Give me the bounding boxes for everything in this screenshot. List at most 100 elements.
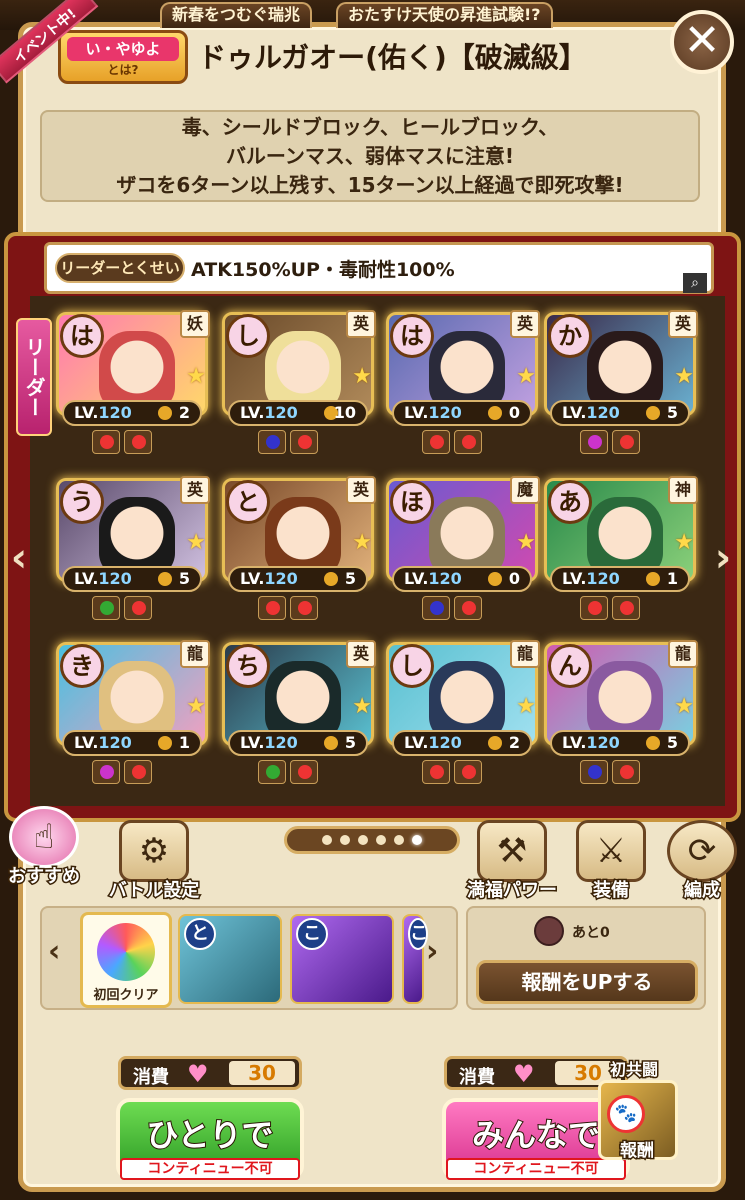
page-dot[interactable] bbox=[394, 835, 404, 845]
page-dot[interactable] bbox=[412, 835, 422, 845]
balloon-icon bbox=[124, 760, 152, 784]
character-face bbox=[587, 661, 663, 741]
battle-settings-button[interactable]: ⚙ バトル設定 bbox=[104, 820, 204, 903]
gimmick-icons bbox=[580, 430, 640, 454]
star-icon: ★ bbox=[352, 364, 372, 389]
team-member-card[interactable]: か 英 ★ LV.120 5 bbox=[540, 306, 700, 454]
team-member-card[interactable]: と 英 ★ LV.120 5 bbox=[218, 472, 378, 620]
cost-label: 消費 bbox=[133, 1067, 169, 1088]
refresh-icon: ⟳ bbox=[667, 820, 737, 882]
team-member-card[interactable]: ち 英 ★ LV.120 5 bbox=[218, 636, 378, 784]
star-icon: ★ bbox=[186, 694, 206, 719]
tribe-badge: 妖 bbox=[180, 310, 210, 338]
level-number: 120 bbox=[264, 733, 298, 752]
page-dot[interactable] bbox=[376, 835, 386, 845]
level-number: 120 bbox=[98, 569, 132, 588]
team-member-card[interactable]: は 妖 ★ LV.120 2 bbox=[52, 306, 212, 454]
team-member-card[interactable]: ん 龍 ★ LV.120 5 bbox=[540, 636, 700, 784]
name-initial: き bbox=[60, 644, 104, 688]
level-bar: LV.120 5 bbox=[228, 730, 368, 756]
plus-value: 5 bbox=[666, 733, 678, 752]
team-member-card[interactable]: は 英 ★ LV.120 0 bbox=[382, 306, 542, 454]
reward-up-button[interactable]: 報酬をUPする bbox=[476, 960, 698, 1004]
plus-value: 0 bbox=[508, 569, 520, 588]
tribe-badge: 英 bbox=[346, 476, 376, 504]
no-continue-note: コンティニュー不可 bbox=[120, 1158, 300, 1180]
formation-button[interactable]: ⟳ 編成 bbox=[664, 820, 740, 903]
fortune-power-button[interactable]: ⚒ 満福パワー bbox=[462, 820, 562, 903]
medal-icon bbox=[158, 736, 172, 750]
tab-event-1[interactable]: 新春をつむぐ瑞兆 bbox=[160, 2, 313, 28]
search-icon[interactable]: ⌕ bbox=[683, 273, 707, 293]
prev-team-arrow[interactable]: ‹ bbox=[8, 538, 30, 578]
page-dot[interactable] bbox=[358, 835, 368, 845]
gimmick-warning: 毒、シールドブロック、ヒールブロック、 バルーンマス、弱体マスに注意! ザコを6… bbox=[40, 110, 700, 202]
solo-play-button[interactable]: ひとりで コンティニュー不可 bbox=[116, 1098, 304, 1180]
drop-item[interactable]: こ bbox=[290, 914, 394, 1004]
balloon-icon bbox=[454, 760, 482, 784]
level-prefix: LV. bbox=[74, 403, 99, 422]
drop-item[interactable]: と bbox=[178, 914, 282, 1004]
reward-up-panel: あと0 報酬をUPする bbox=[466, 906, 706, 1010]
balloon-icon bbox=[290, 596, 318, 620]
equipment-icon: ⚔ bbox=[576, 820, 646, 882]
leader-label: リーダー bbox=[16, 318, 52, 436]
level-number: 120 bbox=[428, 733, 462, 752]
level-bar: LV.120 0 bbox=[392, 566, 532, 592]
plus-value: 2 bbox=[178, 403, 190, 422]
name-initial: し bbox=[226, 314, 270, 358]
plus-value: 2 bbox=[508, 733, 520, 752]
badge-main-label: い・やゆよ bbox=[67, 37, 179, 61]
level-prefix: LV. bbox=[562, 403, 587, 422]
level-prefix: LV. bbox=[562, 569, 587, 588]
tribe-badge: 英 bbox=[668, 310, 698, 338]
gimmick-info-badge[interactable]: い・やゆよ とは? bbox=[58, 30, 188, 84]
page-dot[interactable] bbox=[340, 835, 350, 845]
balloon-icon bbox=[290, 760, 318, 784]
team-member-card[interactable]: き 龍 ★ LV.120 1 bbox=[52, 636, 212, 784]
character-face bbox=[99, 331, 175, 411]
first-clear-reward[interactable]: 初回クリア bbox=[80, 912, 172, 1008]
star-icon: ★ bbox=[674, 694, 694, 719]
paw-icon: 🐾 bbox=[607, 1095, 645, 1133]
team-member-card[interactable]: ほ 魔 ★ LV.120 0 bbox=[382, 472, 542, 620]
mallet-icon: ⚒ bbox=[477, 820, 547, 882]
warning-line: 毒、シールドブロック、ヒールブロック、 bbox=[181, 114, 559, 139]
gimmick-icons bbox=[258, 430, 318, 454]
gimmick-icon bbox=[422, 430, 450, 454]
plus-value: 10 bbox=[333, 403, 356, 422]
level-text: LV.120 bbox=[240, 402, 298, 424]
leader-skill-bar[interactable]: リーダーとくせい ATK150%UP・毒耐性100% ⌕ bbox=[44, 242, 714, 294]
level-number: 120 bbox=[586, 403, 620, 422]
tribe-badge: 英 bbox=[510, 310, 540, 338]
level-number: 120 bbox=[98, 403, 132, 422]
next-team-arrow[interactable]: › bbox=[712, 538, 734, 578]
gimmick-icons bbox=[422, 760, 482, 784]
star-icon: ★ bbox=[352, 694, 372, 719]
balloon-icon bbox=[124, 596, 152, 620]
team-member-card[interactable]: あ 神 ★ LV.120 1 bbox=[540, 472, 700, 620]
team-member-card[interactable]: し 龍 ★ LV.120 2 bbox=[382, 636, 542, 784]
gimmick-icons bbox=[422, 596, 482, 620]
first-clear-label: 初回クリア bbox=[93, 988, 159, 1003]
tribe-badge: 英 bbox=[180, 476, 210, 504]
page-dot[interactable] bbox=[322, 835, 332, 845]
team-member-card[interactable]: し 英 ★ LV.120 10 bbox=[218, 306, 378, 454]
gimmick-icon bbox=[580, 760, 608, 784]
star-icon: ★ bbox=[516, 530, 536, 555]
name-initial: か bbox=[548, 314, 592, 358]
tribe-badge: 龍 bbox=[510, 640, 540, 668]
recommend-button[interactable]: ☝ おすすめ bbox=[2, 806, 86, 889]
level-text: LV.120 bbox=[74, 568, 132, 590]
tab-event-2[interactable]: おたすけ天使の昇進試験!? bbox=[336, 2, 553, 28]
character-face bbox=[587, 331, 663, 411]
close-button[interactable]: ✕ bbox=[670, 10, 734, 74]
equipment-button[interactable]: ⚔ 装備 bbox=[566, 820, 656, 903]
reward-prev-arrow[interactable]: ‹ bbox=[48, 934, 60, 969]
gimmick-icon bbox=[92, 760, 120, 784]
drop-item[interactable]: こ bbox=[402, 914, 428, 1004]
level-text: LV.120 bbox=[404, 568, 462, 590]
reward-next-arrow[interactable]: › bbox=[426, 934, 438, 969]
gimmick-icons bbox=[422, 430, 482, 454]
team-member-card[interactable]: う 英 ★ LV.120 5 bbox=[52, 472, 212, 620]
